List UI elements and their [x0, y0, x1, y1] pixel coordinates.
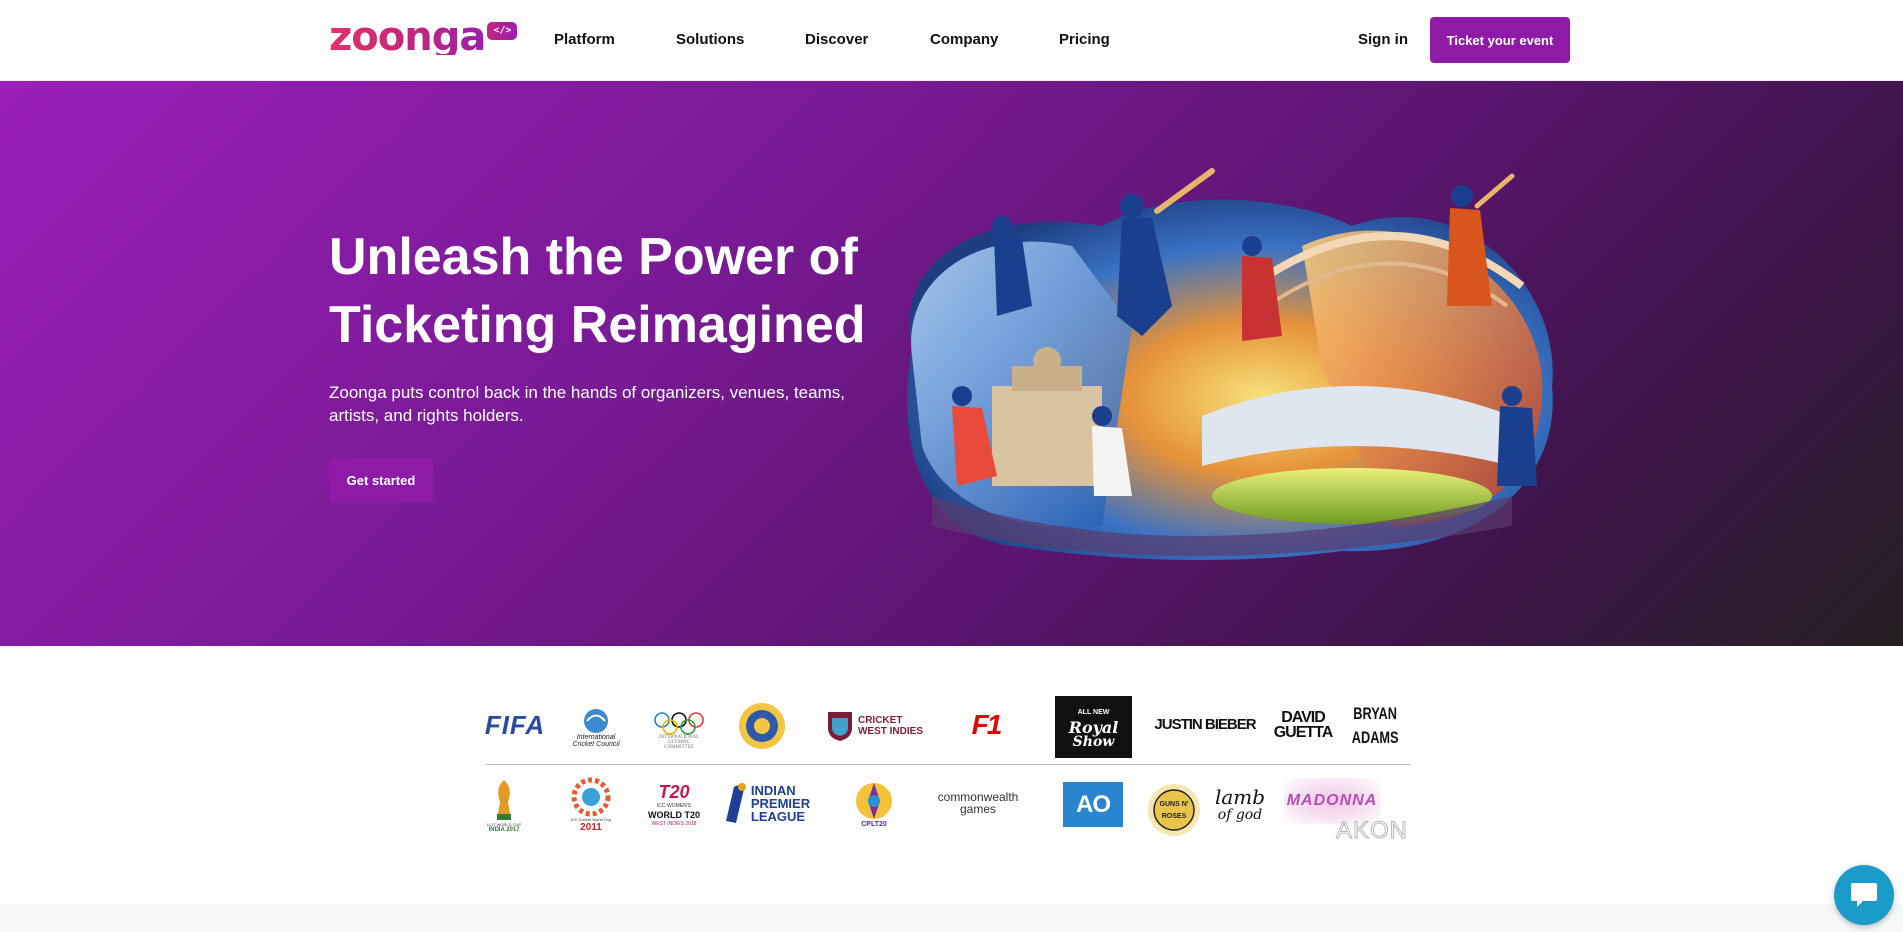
cpl-label: CPLT20 — [861, 820, 887, 828]
adams-line1: BRYAN — [1353, 704, 1397, 723]
hero-subtitle: Zoonga puts control back in the hands of… — [329, 383, 845, 425]
bryan-adams-logo: BRYAN ADAMS — [1350, 698, 1400, 754]
cpl-emblem-icon — [856, 782, 892, 819]
akon-logo: AKON — [1332, 817, 1412, 845]
akon-mark: AKON — [1335, 817, 1408, 845]
royal-show-line2: Royal — [1068, 717, 1119, 737]
nav-pricing[interactable]: Pricing — [1059, 31, 1110, 48]
ioc-line3: COMMITTEE — [664, 744, 694, 750]
bcci-logo — [734, 698, 790, 754]
f1-logo: F1 — [971, 709, 1003, 740]
gnr-line2: ROSES — [1162, 813, 1187, 820]
guetta-line1: DAVID — [1281, 709, 1326, 726]
cwi-shield-icon — [827, 712, 852, 741]
nav-platform[interactable]: Platform — [554, 31, 615, 48]
cwi-line1: CRICKET — [857, 715, 903, 726]
olympic-committee-logo: INTERNATIONAL OLYMPIC COMMITTEE — [648, 702, 710, 758]
ipl-line1: INDIAN — [750, 782, 796, 798]
nav-company[interactable]: Company — [930, 31, 998, 48]
lamb-line2: of god — [1217, 807, 1263, 823]
code-badge-icon: </> — [487, 22, 518, 40]
u17-world-cup-logo: U-17 WORLD CUP INDIA 2017 — [482, 772, 526, 838]
royal-show-line3: Show — [1072, 733, 1115, 750]
hero-section: Unleash the Power of Ticketing Reimagine… — [0, 81, 1903, 646]
t20-line3: WEST INDIES 2018 — [651, 820, 697, 827]
cricket-west-indies-logo: CRICKET WEST INDIES — [822, 706, 927, 746]
ipl-line2: PREMIER — [750, 795, 811, 811]
world-cup-trophy-icon — [497, 779, 511, 820]
ao-mark: AO — [1076, 790, 1111, 818]
ipl-batsman-icon — [725, 783, 746, 823]
gnr-line1: GUNS N' — [1160, 801, 1189, 808]
icc-label-line2: Cricket Council — [572, 741, 620, 748]
hero-title-line1: Unleash the Power of — [329, 228, 858, 286]
australian-open-logo: AO — [1063, 782, 1123, 827]
lamb-of-god-logo: lamb of god — [1212, 784, 1268, 828]
bcci-emblem-icon — [739, 703, 785, 749]
gnr-emblem-icon: GUNS N' ROSES — [1148, 784, 1200, 836]
madonna-mark: MADONNA — [1286, 792, 1378, 809]
cwg-line2: games — [959, 802, 997, 816]
ticket-your-event-button[interactable]: Ticket your event — [1430, 17, 1570, 63]
fifa-logo: FIFA — [484, 709, 546, 740]
sign-in-link[interactable]: Sign in — [1358, 31, 1408, 48]
lamb-line1: lamb — [1214, 785, 1266, 809]
royal-show-logo: ALL NEW Royal Show — [1055, 696, 1132, 758]
cpl-t20-logo: CPLT20 — [848, 772, 900, 834]
david-guetta-logo: DAVID GUETTA — [1272, 708, 1334, 742]
logos-divider — [486, 764, 1411, 765]
get-started-button[interactable]: Get started — [329, 458, 433, 503]
icc-2011-emblem-icon — [571, 777, 611, 817]
icc-globe-icon — [584, 709, 608, 733]
chat-widget-button[interactable] — [1834, 865, 1894, 925]
nav-solutions[interactable]: Solutions — [676, 31, 744, 48]
hero-title-line2: Ticketing Reimagined — [329, 296, 866, 354]
guns-n-roses-logo: GUNS N' ROSES — [1144, 780, 1204, 840]
icc-logo: International Cricket Council — [566, 702, 626, 754]
ipl-line3: LEAGUE — [750, 808, 806, 824]
t20-line2: WORLD T20 — [647, 809, 700, 820]
cwi-line2: WEST INDIES — [857, 726, 923, 737]
icc2011-line2: 2011 — [580, 822, 602, 833]
olympic-rings-icon — [654, 711, 704, 735]
t20-mark: T20 — [658, 781, 690, 802]
commonwealth-games-logo: commonwealth games — [928, 786, 1028, 820]
icc-world-cup-2011-logo: ICC Cricket World Cup 2011 — [560, 774, 622, 836]
nav-discover[interactable]: Discover — [805, 31, 868, 48]
partner-logos-section: FIFA International Cricket Council INTER… — [0, 646, 1903, 904]
icc-label-line1: International — [576, 734, 616, 741]
logo-wordmark: zoonga — [329, 14, 486, 60]
u17-line2: INDIA 2017 — [488, 826, 520, 833]
justin-bieber-logo: JUSTIN BIEBER — [1154, 715, 1256, 733]
zoonga-logo[interactable]: zoonga </> — [329, 14, 518, 60]
cricket-collage-illustration — [906, 168, 1553, 561]
guetta-line2: GUETTA — [1273, 724, 1334, 741]
hero-title: Unleash the Power of Ticketing Reimagine… — [329, 223, 889, 359]
indian-premier-league-logo: INDIAN PREMIER LEAGUE — [720, 778, 812, 828]
adams-line2: ADAMS — [1351, 728, 1399, 747]
womens-world-t20-logo: T20 ICC WOMEN'S WORLD T20 WEST INDIES 20… — [644, 772, 704, 838]
site-header: zoonga </> Platform Solutions Discover C… — [0, 0, 1903, 81]
chat-bubble-icon — [1851, 883, 1877, 907]
next-section-band — [0, 904, 1903, 932]
